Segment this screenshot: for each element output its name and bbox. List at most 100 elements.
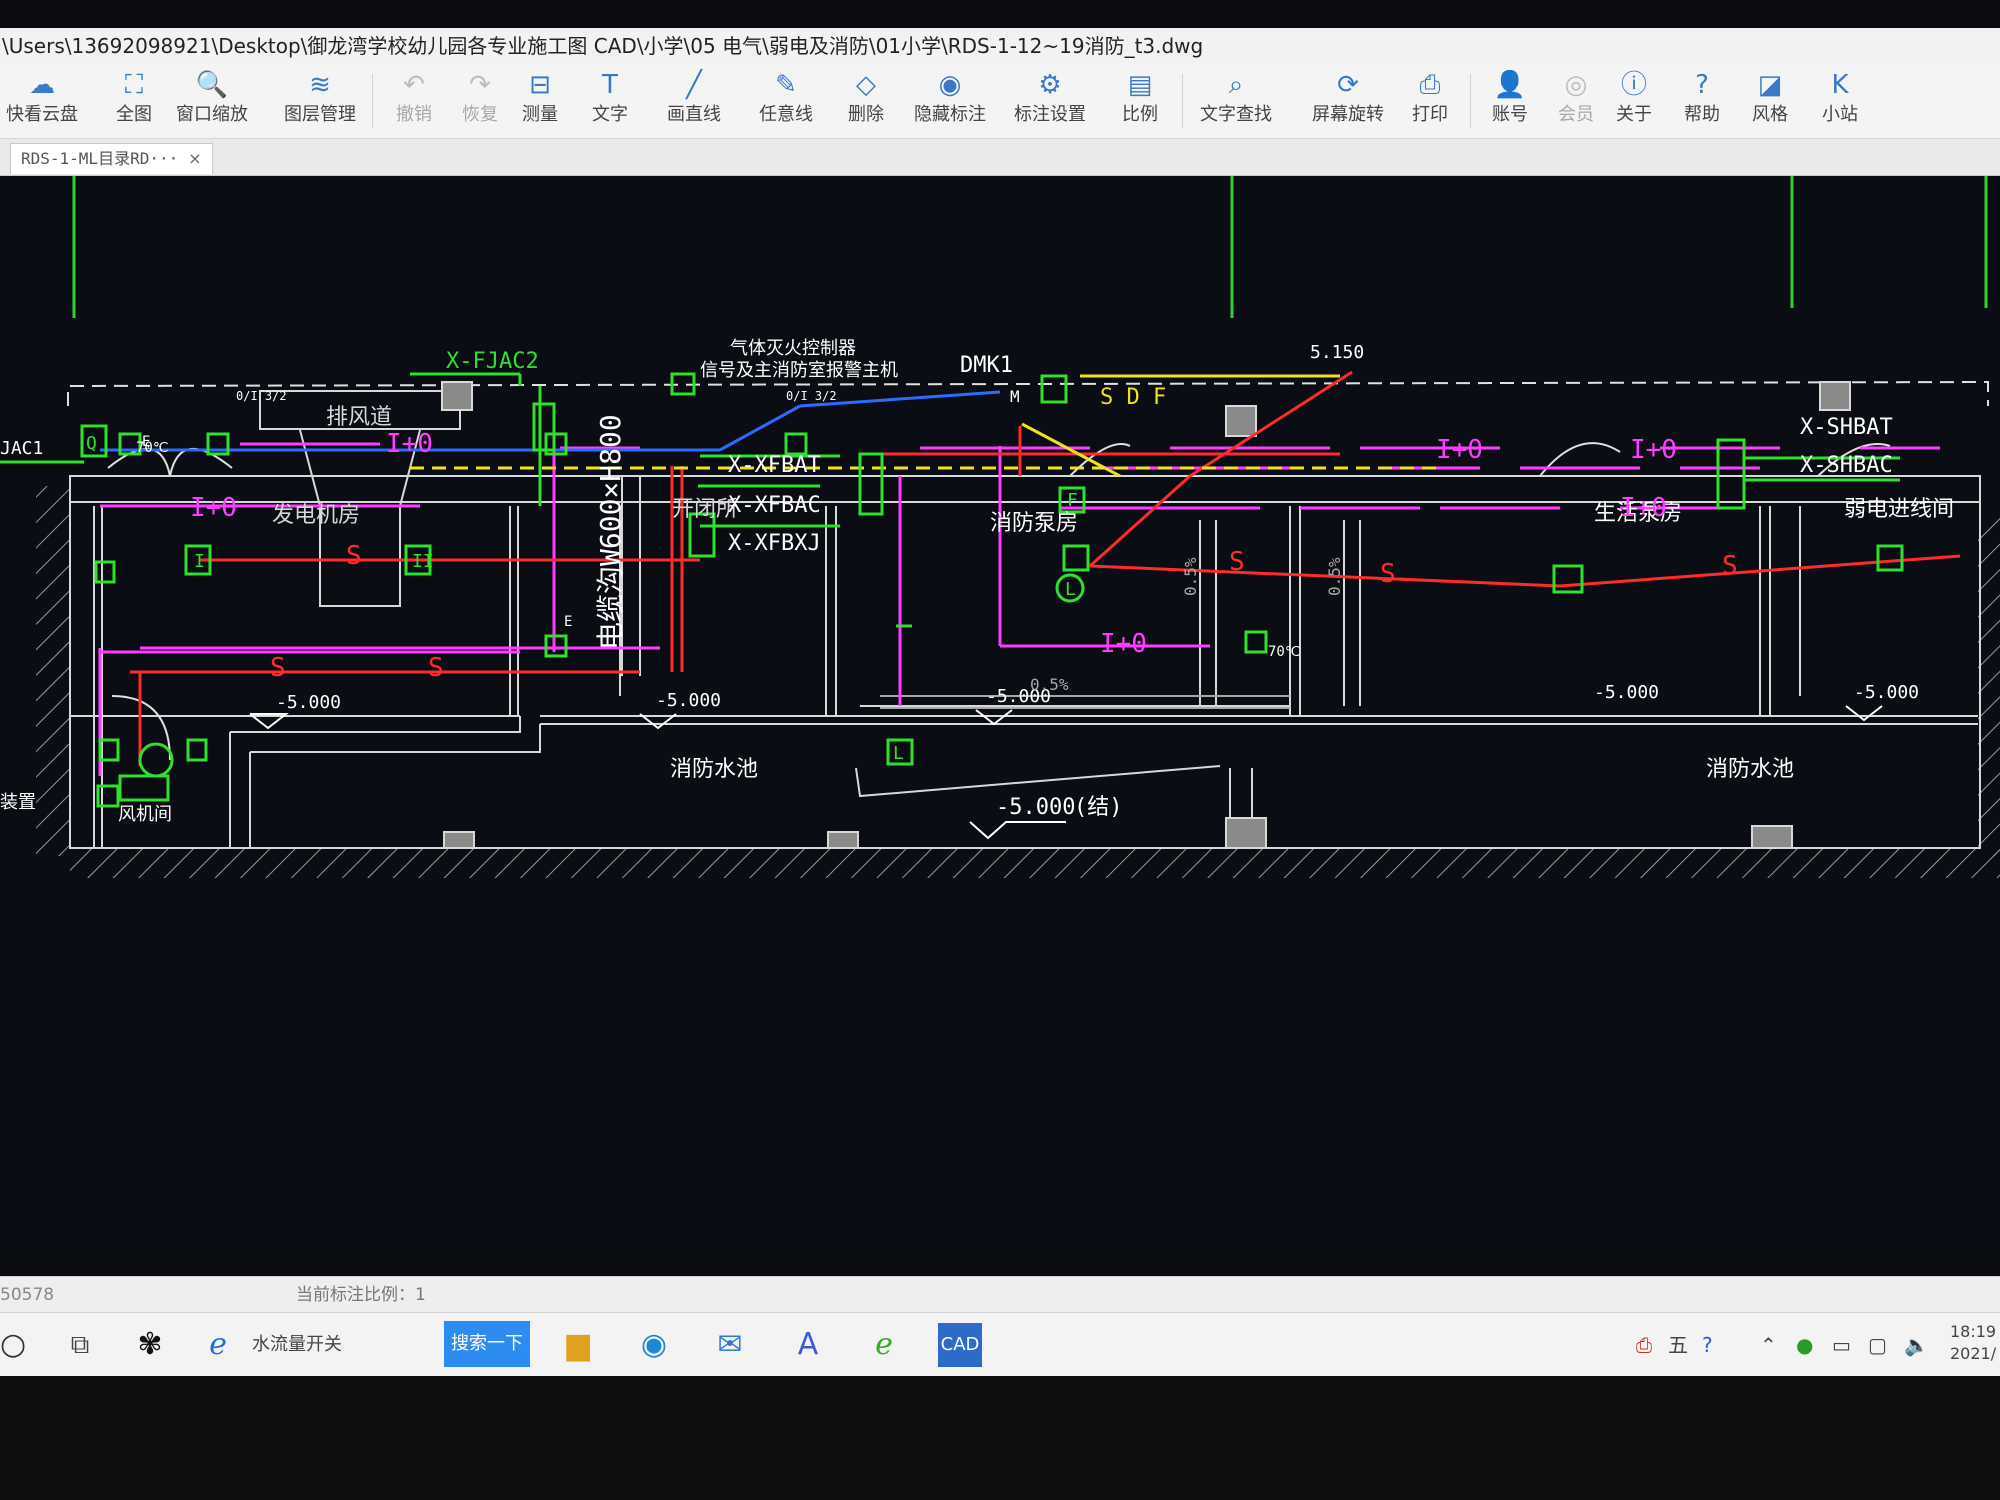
help-tray-icon[interactable]: ?	[1702, 1327, 1713, 1363]
mail-icon[interactable]: ✉	[708, 1323, 752, 1367]
toolbar-hide-button[interactable]: ◉ 隐藏标注	[910, 68, 990, 134]
toolbar-station-button[interactable]: K 小站	[1820, 68, 1860, 134]
label-f: F	[1067, 490, 1078, 511]
toolbar-label: 标注设置	[1014, 104, 1086, 125]
toolbar-zoom-button[interactable]: 🔍 窗口缩放	[176, 68, 248, 134]
toolbar-label: 关于	[1616, 104, 1652, 125]
cad-viewer-icon[interactable]: CAD	[938, 1323, 982, 1367]
label-cable: 电缆沟W600×H800	[594, 414, 627, 650]
label-slope2: 0.5%	[1181, 557, 1200, 596]
label-m: M	[1010, 387, 1020, 406]
vip-icon: ◎	[1564, 70, 1588, 100]
security-tray-icon[interactable]: ●	[1796, 1327, 1813, 1363]
tab-label: RDS-1-ML目录RD···	[21, 149, 179, 168]
measure-icon: ⊟	[529, 70, 551, 100]
toolbar-label: 文字查找	[1200, 104, 1272, 125]
zoom-window-icon: 🔍	[195, 70, 229, 100]
toolbar-measure-button[interactable]: ⊟ 测量	[520, 68, 560, 134]
network-icon[interactable]: ▢	[1868, 1327, 1887, 1363]
toolbar-line-button[interactable]: ╱ 画直线	[664, 68, 724, 134]
pinwheel-icon[interactable]: ✾	[128, 1323, 172, 1367]
search-button[interactable]: 搜索一下	[444, 1321, 530, 1367]
toolbar-rotate-button[interactable]: ⟳ 屏幕旋转	[1308, 68, 1388, 134]
cad-drawing[interactable]: X-FJAC2 排风道 气体灭火控制器 信号及主消防室报警主机 DMK1 5.1…	[0, 176, 2000, 1250]
dim-settings-icon: ⚙	[1038, 70, 1062, 100]
pdf-tray-icon[interactable]: ⎙	[1636, 1327, 1652, 1363]
toolbar-vip-button[interactable]: ◎ 会员	[1556, 68, 1596, 134]
label-flow: I+0	[190, 493, 237, 523]
scale-icon: ▤	[1127, 70, 1153, 100]
battery-icon[interactable]: ▭	[1832, 1327, 1851, 1363]
cortana-icon[interactable]: ○	[0, 1323, 26, 1367]
toolbar-print-button[interactable]: ⎙ 打印	[1410, 68, 1450, 134]
label-flow: I+0	[1436, 435, 1483, 465]
ie-search-label[interactable]: 水流量开关	[252, 1323, 342, 1367]
tab-drawing[interactable]: RDS-1-ML目录RD··· ×	[10, 143, 213, 174]
close-icon[interactable]: ×	[188, 149, 201, 168]
text-search-icon: ⌕	[1228, 70, 1244, 100]
toolbar-full-button[interactable]: ⛶ 全图	[110, 68, 158, 134]
drawing-canvas[interactable]: X-FJAC2 排风道 气体灭火控制器 信号及主消防室报警主机 DMK1 5.1…	[0, 176, 2000, 1250]
toolbar-label: 风格	[1752, 104, 1788, 125]
label-flow: I+0	[1100, 629, 1147, 659]
browser-e-icon[interactable]: ℯ	[862, 1323, 906, 1367]
coordinate-readout: 50578	[0, 1285, 55, 1305]
toolbar-freeline-button[interactable]: ✎ 任意线	[756, 68, 816, 134]
label-elev: 5.150	[1310, 342, 1364, 363]
label-shbac: X-SHBAC	[1800, 453, 1893, 478]
label-s: S	[1229, 547, 1245, 577]
label-fengji: 风机间	[118, 804, 172, 825]
toolbar-label: 会员	[1558, 104, 1594, 125]
undo-icon: ↶	[403, 70, 425, 100]
monitor-screen: \Users\13692098921\Desktop\御龙湾学校幼儿园各专业施工…	[0, 0, 2000, 1380]
toolbar-help-button[interactable]: ? 帮助	[1682, 68, 1722, 134]
ime-indicator[interactable]: 五	[1668, 1327, 1688, 1363]
edge-icon[interactable]: ◉	[632, 1323, 676, 1367]
label-l: L	[893, 743, 904, 764]
toolbar-style-button[interactable]: ◪ 风格	[1750, 68, 1790, 134]
toolbar-account-button[interactable]: 👤 账号	[1490, 68, 1530, 134]
toolbar-label: 小站	[1822, 104, 1858, 125]
windows-taskbar: ○ ⧉ ✾ ℯ 水流量开关 搜索一下 ▆ ◉ ✉ A ℯ CAD ⎙ 五 ? ⌃…	[0, 1312, 2000, 1377]
style-icon: ◪	[1757, 70, 1783, 100]
label-fadian: 发电机房	[272, 503, 360, 528]
label-gas-ctrl2: 信号及主消防室报警主机	[700, 360, 898, 381]
toolbar-separator	[1470, 74, 1471, 128]
toolbar-label: 屏幕旋转	[1312, 104, 1384, 125]
label-070: 0/I 3/2	[786, 389, 837, 403]
toolbar-about-button[interactable]: ⓘ 关于	[1614, 68, 1654, 134]
toolbar-label: 任意线	[759, 104, 813, 125]
chevron-up-icon[interactable]: ⌃	[1760, 1327, 1777, 1363]
toolbar-ratio-button[interactable]: ▤ 比例	[1120, 68, 1160, 134]
app-a-icon[interactable]: A	[786, 1323, 830, 1367]
volume-icon[interactable]: 🔈	[1904, 1327, 1929, 1363]
label-weak: 弱电进线间	[1844, 497, 1954, 522]
label-lv1: -5.000	[276, 692, 341, 713]
label-xfjac2: X-FJAC2	[446, 349, 539, 374]
toolbar-text-button[interactable]: T 文字	[590, 68, 630, 134]
ie-icon[interactable]: ℯ	[198, 1323, 238, 1367]
toolbar-dimset-button[interactable]: ⚙ 标注设置	[1010, 68, 1090, 134]
label-070: 0/I 3/2	[236, 389, 287, 403]
label-q: Q	[86, 433, 97, 454]
annotation-scale: 当前标注比例：1	[296, 1285, 426, 1305]
task-view-icon[interactable]: ⧉	[60, 1323, 100, 1367]
toolbar-redo-button[interactable]: ↷ 恢复	[460, 68, 500, 134]
label-zhuang: 装置	[0, 792, 36, 813]
fullview-icon: ⛶	[124, 70, 144, 100]
folder-icon[interactable]: ▆	[556, 1323, 600, 1367]
label-deg70: 70℃	[136, 440, 169, 456]
toolbar-cloud-button[interactable]: ☁ 快看云盘	[6, 68, 78, 134]
toolbar-layers-button[interactable]: ≋ 图层管理	[284, 68, 356, 134]
label-ii: II	[412, 551, 434, 572]
text-icon: T	[602, 70, 618, 100]
system-clock[interactable]: 18:19 2021/	[1950, 1321, 1996, 1365]
clock-date: 2021/	[1950, 1344, 1997, 1363]
toolbar-delete-button[interactable]: ◇ 删除	[846, 68, 886, 134]
toolbar-undo-button[interactable]: ↶ 撤销	[394, 68, 434, 134]
building-walls	[69, 381, 1981, 849]
fire-lines	[100, 390, 1001, 452]
label-jac1: JAC1	[0, 438, 43, 459]
toolbar-label: 比例	[1122, 104, 1158, 125]
toolbar-find-button[interactable]: ⌕ 文字查找	[1196, 68, 1276, 134]
